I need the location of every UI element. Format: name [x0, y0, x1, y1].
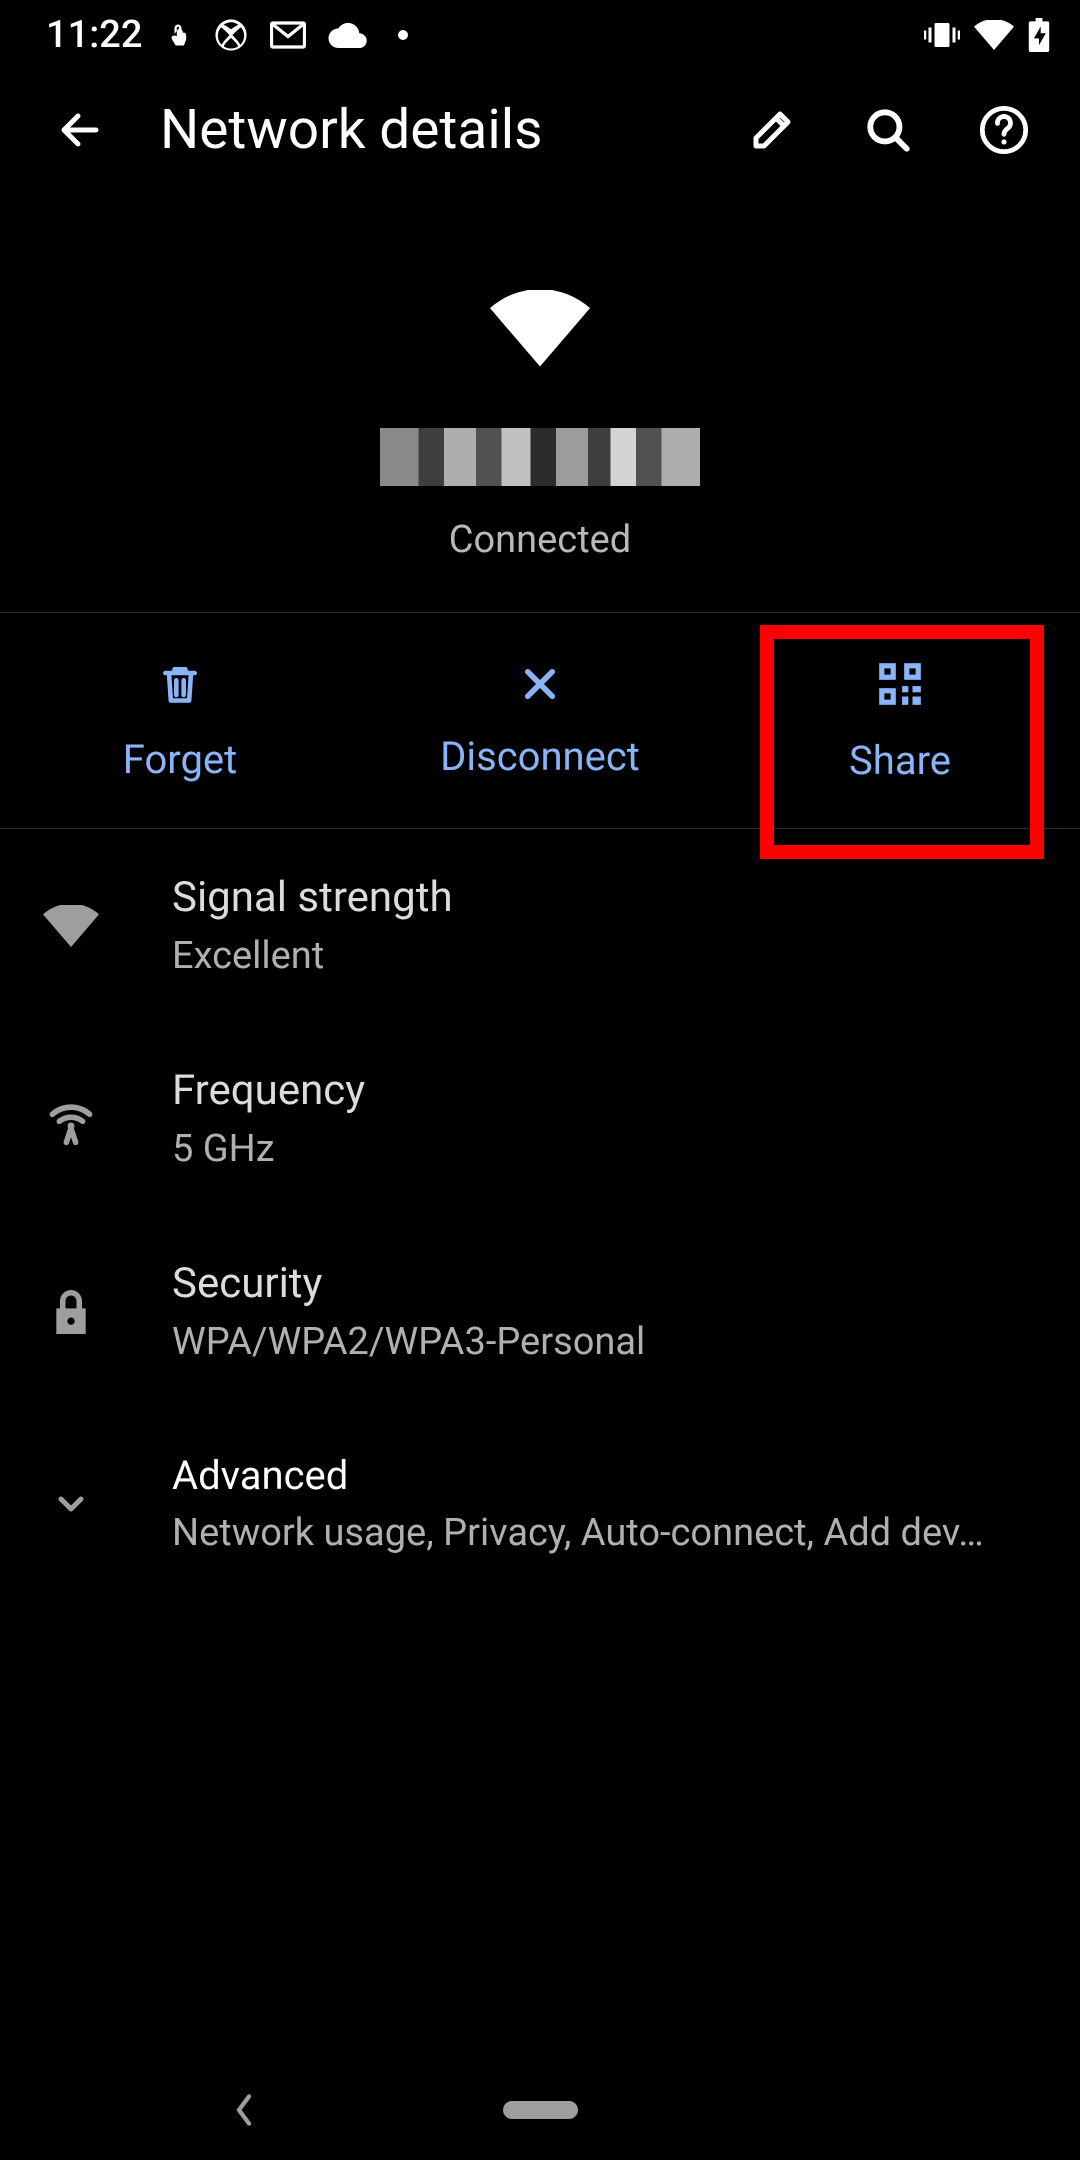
trash-icon — [158, 660, 202, 708]
cloud-icon — [328, 22, 368, 48]
search-button[interactable] — [852, 94, 924, 166]
network-hero: Connected — [0, 190, 1080, 612]
status-bar: 11:22 — [0, 0, 1080, 70]
disconnect-label: Disconnect — [440, 733, 640, 780]
nav-back-icon[interactable] — [232, 2093, 256, 2127]
security-item[interactable]: Security WPA/WPA2/WPA3-Personal — [0, 1215, 1080, 1408]
app-header: Network details — [0, 70, 1080, 190]
forget-button[interactable]: Forget — [0, 613, 360, 828]
advanced-value: Network usage, Privacy, Auto-connect, Ad… — [172, 1511, 984, 1555]
share-button[interactable]: Share — [720, 613, 1080, 828]
page-title: Network details — [160, 98, 692, 162]
security-value: WPA/WPA2/WPA3-Personal — [172, 1320, 645, 1364]
advanced-item[interactable]: Advanced Network usage, Privacy, Auto-co… — [0, 1408, 1080, 1599]
back-button[interactable] — [44, 94, 116, 166]
qr-code-icon — [875, 659, 925, 709]
connection-status: Connected — [449, 518, 631, 562]
status-time: 11:22 — [46, 13, 142, 57]
antenna-icon — [36, 1091, 106, 1147]
signal-label: Signal strength — [172, 873, 453, 922]
frequency-item[interactable]: Frequency 5 GHz — [0, 1022, 1080, 1215]
wifi-status-icon — [974, 20, 1014, 50]
notification-dot-icon — [398, 30, 408, 40]
close-icon — [519, 663, 561, 705]
battery-charging-icon — [1028, 18, 1050, 52]
frequency-label: Frequency — [172, 1066, 365, 1115]
wifi-small-icon — [36, 905, 106, 947]
wifi-large-icon — [490, 290, 590, 368]
network-ssid-redacted — [380, 428, 700, 486]
frequency-value: 5 GHz — [172, 1127, 365, 1171]
forget-label: Forget — [123, 736, 237, 783]
share-label: Share — [849, 737, 951, 784]
help-button[interactable] — [968, 94, 1040, 166]
disconnect-button[interactable]: Disconnect — [360, 613, 720, 828]
edit-button[interactable] — [736, 94, 808, 166]
advanced-label: Advanced — [172, 1452, 984, 1499]
action-row: Forget Disconnect Share — [0, 612, 1080, 829]
system-nav-bar — [0, 2060, 1080, 2160]
signal-value: Excellent — [172, 934, 453, 978]
security-label: Security — [172, 1259, 645, 1308]
touch-icon — [164, 20, 192, 50]
signal-strength-item[interactable]: Signal strength Excellent — [0, 829, 1080, 1022]
chevron-down-icon — [36, 1484, 106, 1524]
nav-home-pill[interactable] — [503, 2101, 578, 2119]
gmail-icon — [270, 21, 306, 49]
xbox-icon — [214, 18, 248, 52]
vibrate-icon — [924, 20, 960, 50]
lock-icon — [36, 1286, 106, 1338]
